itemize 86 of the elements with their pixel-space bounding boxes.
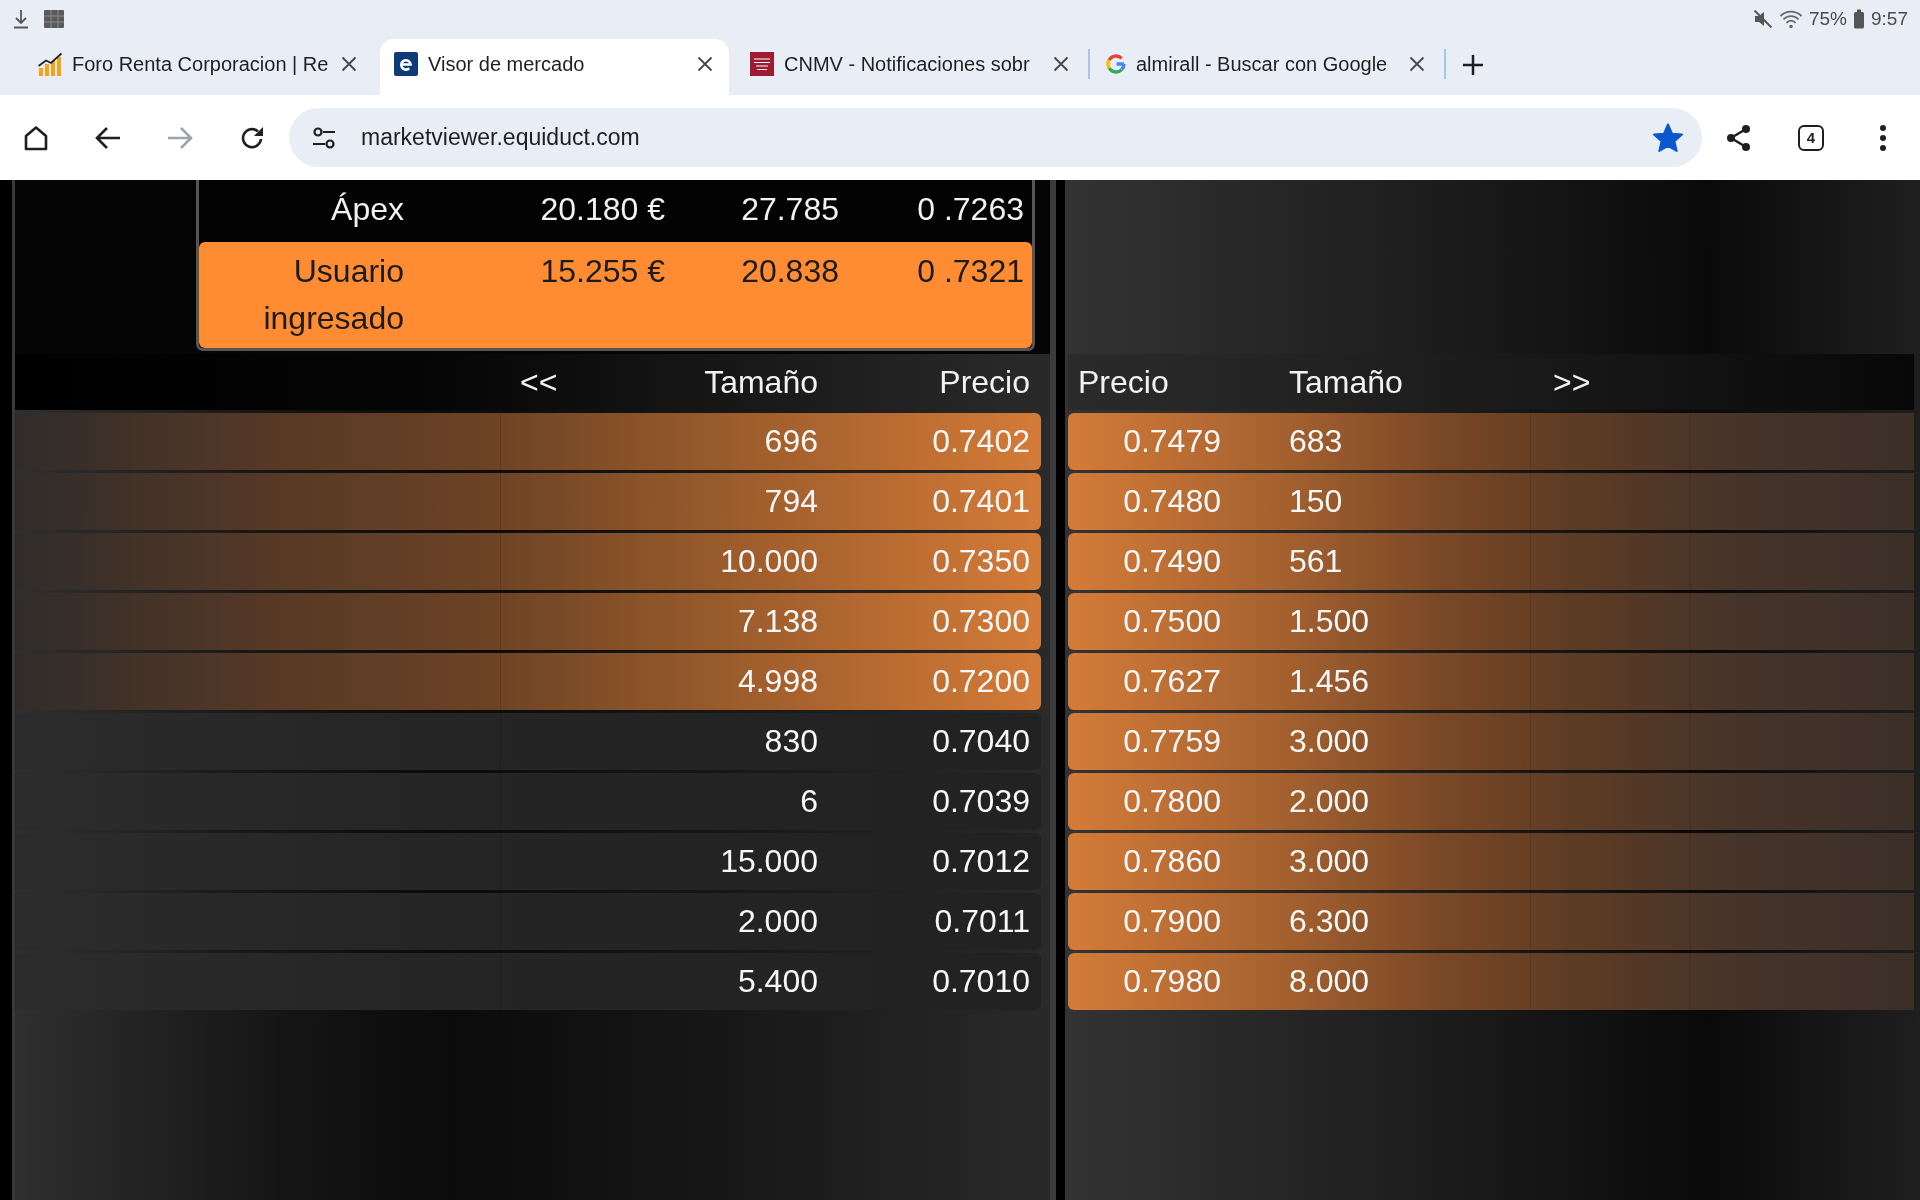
close-icon [341,56,357,72]
table-cell-text: 0.7490 [1122,543,1222,580]
table-cell-text: 2.000 [1288,783,1371,820]
page-nav-button[interactable]: >> [1553,363,1591,401]
column-header: Tamaño [1288,363,1404,401]
table-cell-text: 0 .7263 [916,190,1024,229]
browser-tab[interactable]: CNMV - Notificaciones sobr [736,39,1085,95]
table-cell-text: 1.500 [1288,603,1371,640]
battery-icon [1853,8,1865,29]
share-icon [1725,123,1753,152]
download-icon [13,8,29,29]
table-cell-text: 0.7980 [1122,963,1222,1000]
table-cell-text: 683 [1288,423,1344,460]
table-cell-text: 0.7627 [1122,663,1222,700]
close-icon [697,56,713,72]
letter-tile-logo-icon [394,52,418,76]
crest-tile-logo-icon [750,52,774,76]
mute-icon [1753,8,1773,29]
table-cell-text: 696 [763,423,819,460]
close-icon [1053,56,1069,72]
menu-icon [1879,123,1887,152]
table-cell-text: 0 .7321 [916,252,1024,291]
table-cell-text: 0.7012 [931,843,1031,880]
table-cell-text: 0.7860 [1122,843,1222,880]
table-cell-text: 2.000 [736,903,819,940]
table-cell-text: 830 [763,723,819,760]
table-cell-text: 3.000 [1288,843,1371,880]
table-cell-text: 0.7402 [931,423,1031,460]
table-cell-text: 20.838 [740,252,839,291]
browser-tab[interactable]: Visor de mercado [380,39,729,95]
table-cell-text: 3.000 [1288,723,1371,760]
table-cell-text: 4.998 [736,663,819,700]
row-label: Ápex [330,190,404,229]
table-cell-text: 0.7010 [931,963,1031,1000]
close-icon [1409,56,1425,72]
table-cell-text: 5.400 [736,963,819,1000]
table-cell-text: 10.000 [719,543,819,580]
table-cell-text: 150 [1288,483,1344,520]
plus-icon [1462,54,1484,76]
table-cell-text: 561 [1288,543,1344,580]
table-cell-text: 0.7800 [1122,783,1222,820]
tab-switcher-button[interactable]: 4 [1798,124,1824,151]
table-cell-text: 0.7759 [1122,723,1222,760]
table-cell-text: 0.7011 [933,903,1031,940]
gallery-icon [43,8,65,29]
battery-percent: 75% [1809,7,1847,30]
bar-chart-logo-icon [38,52,62,76]
arrow-left-icon [95,125,121,150]
close-tab-button[interactable] [696,55,714,73]
table-cell-text: 0.7500 [1122,603,1222,640]
clock: 9:57 [1871,7,1908,30]
sliders-icon [311,125,337,150]
browser-tab[interactable]: almirall - Buscar con Google [1092,39,1441,95]
table-cell-text: 794 [763,483,819,520]
address-bar[interactable]: marketviewer.equiduct.com [289,108,1702,167]
table-cell-text: 0.7479 [1122,423,1222,460]
column-header: Tamaño [703,363,819,401]
table-cell-text: 0.7040 [931,723,1031,760]
arrow-right-icon [167,125,193,150]
column-header: Precio [938,363,1031,401]
ring-logo-icon [1106,54,1126,74]
table-cell-text: 0.7200 [931,663,1031,700]
column-header: Precio [1077,363,1170,401]
table-cell-text: 15.000 [719,843,819,880]
table-cell-text: 0.7480 [1122,483,1222,520]
close-tab-button[interactable] [1408,55,1426,73]
close-tab-button[interactable] [1052,55,1070,73]
table-cell-text: 8.000 [1288,963,1371,1000]
close-tab-button[interactable] [340,55,358,73]
page-nav-button[interactable]: << [520,363,558,401]
table-cell-text: 0.7039 [931,783,1031,820]
table-cell-text: 0.7900 [1122,903,1222,940]
browser-tab[interactable]: Foro Renta Corporacion | Re [24,39,373,95]
table-cell-text: 0.7401 [931,483,1031,520]
table-cell-text: 7.138 [736,603,819,640]
table-cell-text: 0.7350 [931,543,1031,580]
table-cell-text: 0.7300 [931,603,1031,640]
table-cell-text: 1.456 [1288,663,1371,700]
row-label: Usuario ingresado [262,252,404,338]
table-cell-text: 6 [799,783,819,820]
table-cell-text: 27.785 [740,190,839,229]
table-cell-text: 20.180 € [539,190,665,229]
home-icon [22,123,50,152]
table-cell-text: 6.300 [1288,903,1371,940]
wifi-icon [1779,8,1803,29]
table-cell-text: 15.255 € [539,252,665,291]
